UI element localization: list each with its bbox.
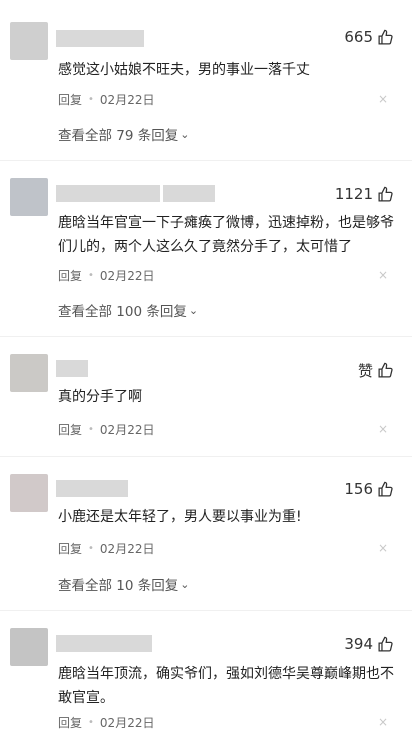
avatar[interactable]	[10, 628, 48, 666]
close-icon[interactable]: ×	[378, 715, 388, 729]
reply-button[interactable]: 回复	[58, 421, 82, 438]
reply-button[interactable]: 回复	[58, 91, 82, 108]
username-redacted[interactable]	[56, 30, 144, 47]
comment-date: 02月22日	[99, 542, 155, 556]
avatar[interactable]	[10, 22, 48, 60]
view-replies-label: 查看全部 100 条回复	[58, 304, 187, 320]
thumbs-up-icon	[378, 29, 393, 45]
divider	[0, 160, 412, 161]
comment-text: 小鹿还是太年轻了，男人要以事业为重!	[58, 509, 302, 525]
username-redacted[interactable]	[56, 480, 128, 497]
thumbs-up-icon	[378, 481, 393, 497]
comment-date: 02月22日	[99, 269, 155, 283]
like-button[interactable]: 394	[344, 635, 394, 653]
comment-meta: 回复 • 02月22日	[58, 91, 154, 108]
like-count: 394	[344, 635, 373, 653]
close-icon[interactable]: ×	[378, 92, 388, 106]
view-replies-label: 查看全部 79 条回复	[58, 128, 179, 144]
reply-button[interactable]: 回复	[58, 267, 82, 284]
reply-button[interactable]: 回复	[58, 540, 82, 557]
view-replies-button[interactable]: 查看全部 79 条回复 ⌄	[58, 124, 190, 145]
chevron-down-icon: ⌄	[188, 303, 199, 317]
comment-meta: 回复 • 02月22日	[58, 267, 154, 284]
like-button[interactable]: 赞	[358, 360, 394, 381]
separator-dot: •	[88, 270, 94, 281]
thumbs-up-icon	[378, 362, 393, 378]
like-label: 赞	[357, 362, 373, 380]
username-redacted[interactable]	[56, 360, 88, 377]
chevron-down-icon: ⌄	[180, 577, 190, 591]
like-button[interactable]: 156	[344, 480, 394, 498]
comment-date: 02月22日	[99, 423, 155, 437]
like-button[interactable]: 665	[344, 28, 394, 46]
username-redacted[interactable]	[56, 185, 160, 202]
thumbs-up-icon	[378, 636, 393, 652]
comment-meta: 回复 • 02月22日	[58, 421, 154, 438]
comment-meta: 回复 • 02月22日	[58, 714, 154, 731]
view-replies-label: 查看全部 10 条回复	[58, 578, 179, 594]
username-redacted[interactable]	[56, 635, 152, 652]
comment-text: 鹿晗当年顶流，确实爷们，强如刘德华吴尊巅峰期也不敢官宣。	[58, 666, 394, 706]
separator-dot: •	[88, 543, 94, 554]
like-count: 156	[344, 480, 373, 498]
view-replies-button[interactable]: 查看全部 10 条回复 ⌄	[58, 574, 190, 595]
comment-text: 真的分手了啊	[58, 389, 142, 405]
chevron-down-icon: ⌄	[180, 127, 190, 141]
username-redacted[interactable]	[163, 185, 215, 202]
separator-dot: •	[88, 94, 94, 105]
divider	[0, 336, 412, 337]
like-count: 1121	[334, 185, 373, 203]
avatar[interactable]	[10, 474, 48, 512]
comment-date: 02月22日	[99, 93, 155, 107]
thumbs-up-icon	[378, 186, 393, 202]
reply-button[interactable]: 回复	[58, 714, 82, 731]
comment-meta: 回复 • 02月22日	[58, 540, 154, 557]
comment-text: 鹿晗当年官宣一下子瘫痪了微博，迅速掉粉，也是够爷们儿的，两个人这么久了竟然分手了…	[58, 215, 394, 255]
separator-dot: •	[88, 424, 94, 435]
avatar[interactable]	[10, 178, 48, 216]
divider	[0, 610, 412, 611]
close-icon[interactable]: ×	[378, 422, 388, 436]
comment-text: 感觉这小姑娘不旺夫，男的事业一落千丈	[58, 62, 310, 78]
close-icon[interactable]: ×	[378, 268, 388, 282]
comment-date: 02月22日	[99, 716, 155, 730]
close-icon[interactable]: ×	[378, 541, 388, 555]
like-count: 665	[344, 28, 373, 46]
avatar[interactable]	[10, 354, 48, 392]
view-replies-button[interactable]: 查看全部 100 条回复 ⌄	[58, 300, 199, 321]
divider	[0, 456, 412, 457]
separator-dot: •	[88, 717, 94, 728]
like-button[interactable]: 1121	[335, 185, 394, 203]
